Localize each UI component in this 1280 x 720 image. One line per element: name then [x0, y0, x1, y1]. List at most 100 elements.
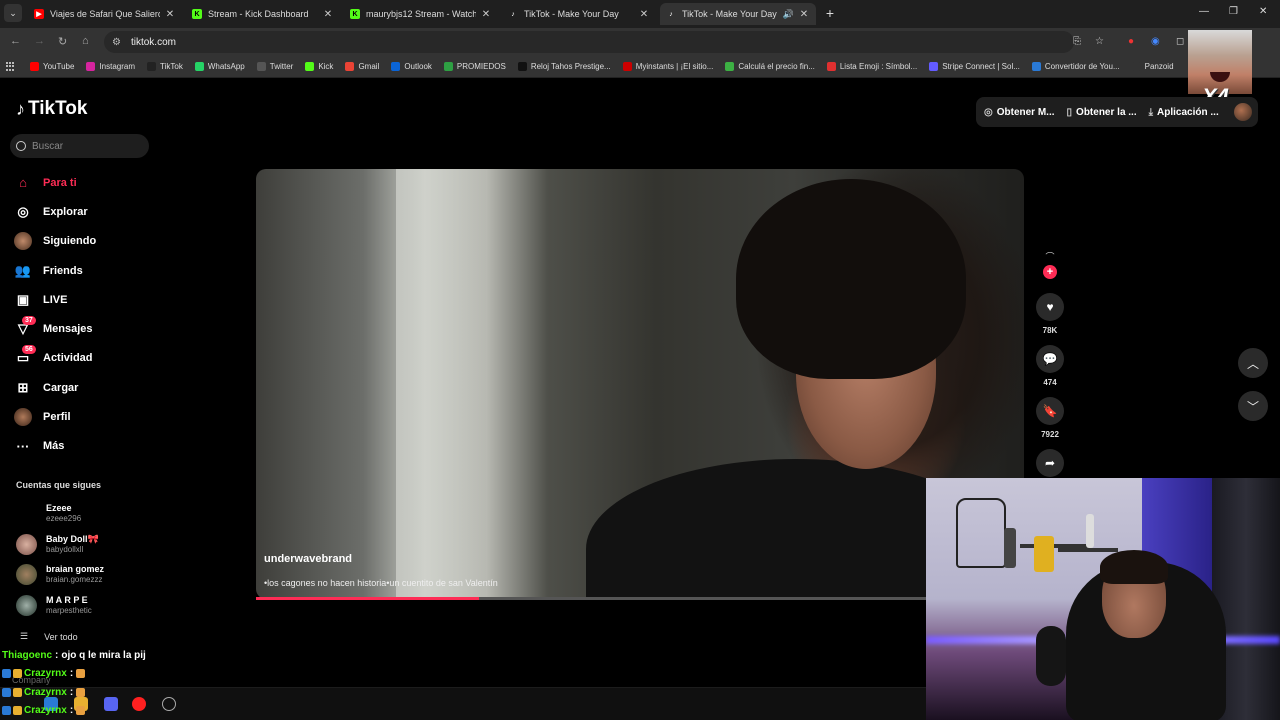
site-info-icon[interactable]: ⚙ [112, 37, 121, 48]
bookmark-favicon-icon [517, 62, 527, 71]
maximize-button[interactable]: ❐ [1229, 6, 1238, 17]
tiktok-icon: ♪ [669, 10, 673, 18]
video-caption: •los cagones no hacen historia•un cuenti… [264, 578, 498, 588]
bookmark-item[interactable]: Convertidor de You... [1031, 62, 1120, 71]
bookmark-label: Gmail [358, 62, 380, 71]
sidebar-item-friends[interactable]: 👥 Friends [14, 256, 154, 285]
tab-tiktok[interactable]: ♪ TikTok - Make Your Day ✕ [502, 3, 656, 25]
search-input[interactable] [32, 140, 142, 152]
account-name: braian gomez [46, 564, 105, 574]
home-icon[interactable]: ⌂ [82, 35, 89, 47]
video-progress-fill [256, 597, 479, 600]
bookmark-label: Kick [318, 62, 334, 71]
bookmark-favicon-icon [256, 62, 266, 71]
install-app-icon[interactable]: ⎘ [1073, 36, 1081, 47]
bookmark-label: Calculá el precio fin... [738, 62, 815, 71]
browser-toolbar: ← → ↻ ⌂ ⚙ tiktok.com ⎘ ☆ ● ◉ ◻ [0, 28, 1280, 56]
bookmark-item[interactable]: TikTok [147, 62, 183, 71]
bookmark-item[interactable]: Outlook [391, 62, 432, 71]
bookmark-item[interactable]: Gmail [345, 62, 379, 71]
bookmark-item[interactable]: Myinstants | ¡El sitio... [622, 62, 713, 71]
close-icon[interactable]: ✕ [164, 9, 176, 20]
next-video-button[interactable]: ﹀ [1238, 391, 1268, 421]
chat-separator: : [55, 649, 59, 661]
share-button[interactable]: ➦ [1036, 449, 1064, 477]
get-coins-button[interactable]: ◎ Obtener M... [984, 107, 1055, 118]
comment-count: 474 [1043, 378, 1057, 387]
close-icon[interactable]: ✕ [322, 9, 334, 20]
search-box[interactable] [10, 134, 149, 158]
back-icon[interactable]: ← [10, 35, 21, 47]
close-icon[interactable]: ✕ [798, 9, 810, 20]
get-coins-label: Obtener M... [996, 106, 1055, 118]
bookmark-item[interactable]: PROMIEDOS [443, 62, 506, 71]
minimize-button[interactable]: — [1199, 6, 1209, 17]
sidebar-item-mensajes[interactable]: ▽ 37 Mensajes [14, 314, 154, 343]
tiktok-logo[interactable]: ♪ TikTok [16, 98, 87, 120]
new-tab-button[interactable]: + [822, 5, 838, 21]
extensions-icon[interactable]: ◻ [1176, 36, 1184, 47]
get-app-button[interactable]: ▯ Obtener la ... [1067, 107, 1137, 118]
reload-icon[interactable]: ↻ [58, 35, 67, 48]
bookmark-item[interactable]: Stripe Connect | Sol... [929, 62, 1020, 71]
sidebar-item-mas[interactable]: ··· Más [14, 432, 154, 461]
desktop-app-button[interactable]: ⤓ Aplicación ... [1149, 107, 1219, 118]
apps-icon[interactable] [6, 61, 16, 72]
video-progress-bar[interactable] [256, 597, 1024, 600]
tab-youtube[interactable]: ▶ Viajes de Safari Que Salieron Te ✕ [28, 3, 182, 25]
sidebar-item-perfil[interactable]: Perfil [14, 402, 154, 431]
user-avatar[interactable] [1234, 103, 1252, 121]
sidebar-item-explorar[interactable]: ◎ Explorar [14, 197, 154, 226]
obs-icon[interactable] [162, 697, 176, 711]
bookmark-item[interactable]: Twitter [256, 62, 293, 71]
tab-search-button[interactable]: ⌄ [4, 4, 22, 22]
extension-icon[interactable]: ● [1128, 36, 1134, 47]
see-all-label: Ver todo [44, 631, 78, 642]
like-button[interactable]: ♥ 78K [1036, 293, 1064, 335]
bookmark-favicon-icon [622, 62, 632, 71]
bookmark-item[interactable]: Calculá el precio fin... [725, 62, 815, 71]
bookmark-favicon-icon [1031, 62, 1041, 71]
activity-badge: 56 [22, 345, 36, 355]
close-icon[interactable]: ✕ [638, 9, 650, 20]
bookmark-item[interactable]: Panzoid [1131, 62, 1174, 71]
see-all-link[interactable]: ☰ Ver todo [20, 631, 78, 642]
tab-kick-stream[interactable]: K maurybjs12 Stream - Watch Live ✕ [344, 3, 498, 25]
tab-kick-dashboard[interactable]: K Stream - Kick Dashboard ✕ [186, 3, 340, 25]
follow-button[interactable]: + [1043, 265, 1057, 279]
sidebar-item-live[interactable]: ▣ LIVE [14, 285, 154, 314]
following-account[interactable]: Baby Doll🎀 babydollxll [16, 534, 99, 555]
close-icon[interactable]: ✕ [480, 9, 492, 20]
kick-icon: K [192, 9, 202, 19]
previous-video-button[interactable]: ︿ [1238, 348, 1268, 378]
sidebar-item-siguiendo[interactable]: Siguiendo [14, 227, 154, 256]
account-username: marpesthetic [46, 606, 92, 615]
forward-icon[interactable]: → [34, 35, 45, 47]
bookmark-item[interactable]: Lista Emoji : Símbol... [826, 62, 917, 71]
bookmark-favicon-icon [86, 62, 96, 71]
following-account[interactable]: Ezeee ezeee296 [16, 503, 81, 524]
following-account[interactable]: braian gomez braian.gomezzz [16, 564, 104, 585]
video-author[interactable]: underwavebrand [264, 553, 352, 565]
speaker-icon[interactable]: 🔊 [783, 9, 794, 20]
following-account[interactable]: M A R P E marpesthetic [16, 595, 92, 616]
sidebar-item-actividad[interactable]: ▭ 56 Actividad [14, 344, 154, 373]
video-player[interactable] [256, 169, 1024, 599]
save-button[interactable]: 🔖 7922 [1036, 397, 1064, 439]
comment-button[interactable]: 💬 474 [1036, 345, 1064, 387]
address-bar[interactable]: ⚙ tiktok.com [104, 31, 1074, 53]
bookmark-item[interactable]: WhatsApp [194, 62, 245, 71]
live-icon: ▣ [16, 291, 30, 307]
sidebar-item-cargar[interactable]: ⊞ Cargar [14, 373, 154, 402]
bookmark-star-icon[interactable]: ☆ [1095, 36, 1104, 47]
bookmark-favicon-icon [147, 62, 157, 71]
bookmark-item[interactable]: Kick [305, 62, 333, 71]
close-window-button[interactable]: ✕ [1259, 6, 1267, 17]
sidebar-item-para-ti[interactable]: ⌂ Para ti [14, 168, 154, 197]
bookmark-item[interactable]: Reloj Tahos Prestige... [517, 62, 611, 71]
bookmark-item[interactable]: YouTube [30, 62, 74, 71]
creator-avatar[interactable]: ⌒ [1040, 250, 1060, 264]
extension-icon[interactable]: ◉ [1151, 36, 1160, 47]
tab-tiktok-active[interactable]: ♪ TikTok - Make Your Day 🔊 ✕ [660, 3, 816, 25]
bookmark-item[interactable]: Instagram [86, 62, 135, 71]
